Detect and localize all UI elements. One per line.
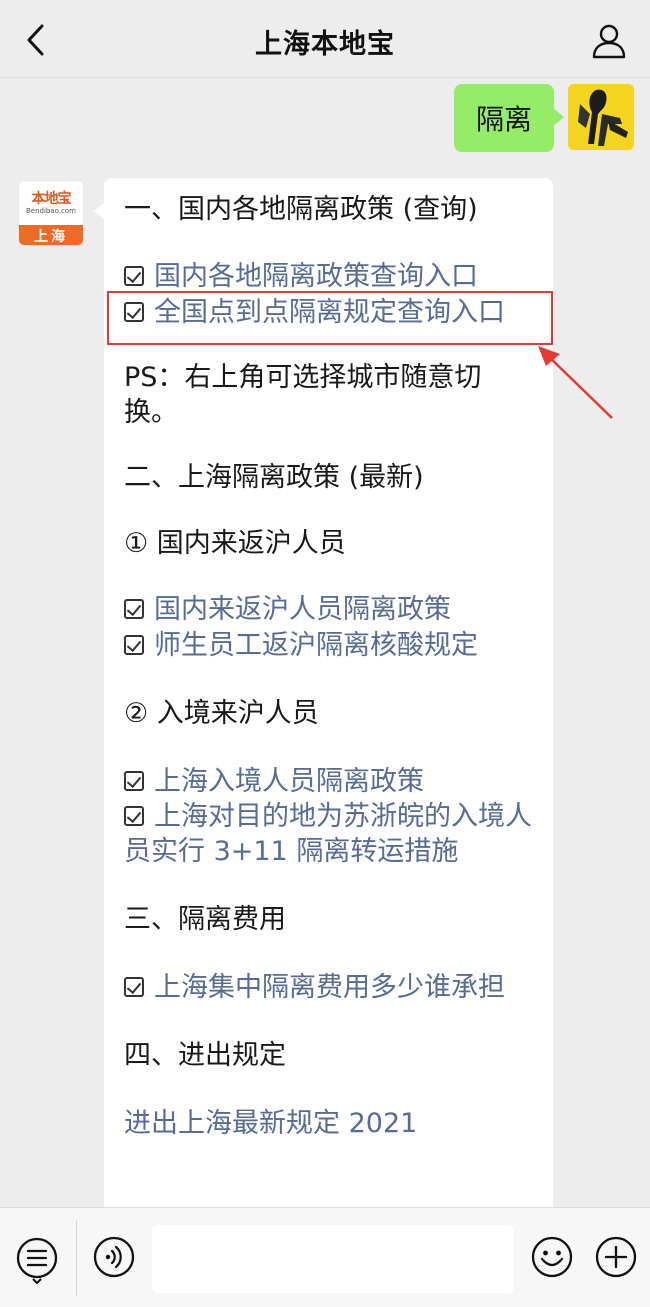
profile-button[interactable] — [590, 22, 628, 60]
section4-title: 四、进出规定 — [124, 1040, 286, 1071]
voice-button[interactable] — [92, 1235, 136, 1279]
logo-name: 本地宝 — [31, 190, 72, 207]
emoji-icon — [531, 1236, 573, 1278]
official-account-avatar[interactable]: 本地宝 Bendibao.com 上海 — [18, 180, 84, 246]
ps-note: PS：右上角可选择城市随意切换。 — [124, 362, 482, 428]
voice-icon — [93, 1236, 135, 1278]
logo-domain: Bendibao.com — [25, 206, 76, 215]
divider — [76, 1220, 77, 1296]
checkbox-icon — [124, 977, 144, 997]
emoji-button[interactable] — [530, 1235, 574, 1279]
sent-message-bubble[interactable]: 隔离 — [453, 84, 565, 152]
chat-input-bar — [0, 1207, 650, 1307]
red-arrow-icon — [538, 346, 613, 419]
highlight-box — [107, 291, 553, 345]
chat-header: 上海本地宝 — [0, 0, 650, 78]
more-button[interactable] — [594, 1235, 638, 1279]
section2-title: 二、上海隔离政策 (最新) — [124, 462, 424, 493]
sub1-title: ① 国内来返沪人员 — [124, 528, 346, 559]
sent-message-text: 隔离 — [475, 103, 532, 136]
sub1-link-2[interactable]: 师生员工返沪隔离核酸规定 — [124, 628, 535, 663]
checkbox-icon — [124, 599, 144, 619]
checkbox-icon — [124, 266, 144, 286]
menu-button[interactable] — [14, 1235, 60, 1284]
sub2-link-2[interactable]: 上海对目的地为苏浙皖的入境人员实行 3+11 隔离转运措施 — [124, 799, 535, 869]
person-icon — [592, 24, 626, 59]
section4-link[interactable]: 进出上海最新规定 2021 — [124, 1106, 535, 1141]
section1-title: 一、国内各地隔离政策 (查询) — [124, 194, 478, 225]
section1-link-1[interactable]: 国内各地隔离政策查询入口 — [124, 259, 535, 294]
checkbox-icon — [124, 771, 144, 791]
section3-link-1[interactable]: 上海集中隔离费用多少谁承担 — [124, 970, 535, 1005]
sub2-title: ② 入境来沪人员 — [124, 698, 319, 729]
logo-top: 本地宝 Bendibao.com — [19, 181, 83, 225]
checkbox-icon — [124, 635, 144, 655]
plus-circle-icon — [595, 1236, 637, 1278]
chat-title: 上海本地宝 — [255, 29, 395, 60]
list-menu-icon — [16, 1237, 58, 1284]
logo-city: 上海 — [19, 225, 83, 245]
sub1-link-1[interactable]: 国内来返沪人员隔离政策 — [124, 592, 535, 627]
message-input[interactable] — [152, 1225, 514, 1293]
sub2-link-1[interactable]: 上海入境人员隔离政策 — [124, 764, 535, 799]
section3-title: 三、隔离费用 — [124, 904, 286, 935]
user-avatar-image — [568, 84, 634, 150]
user-avatar[interactable] — [568, 84, 634, 150]
checkbox-icon — [124, 806, 144, 826]
sent-message-row: 隔离 — [453, 84, 634, 152]
